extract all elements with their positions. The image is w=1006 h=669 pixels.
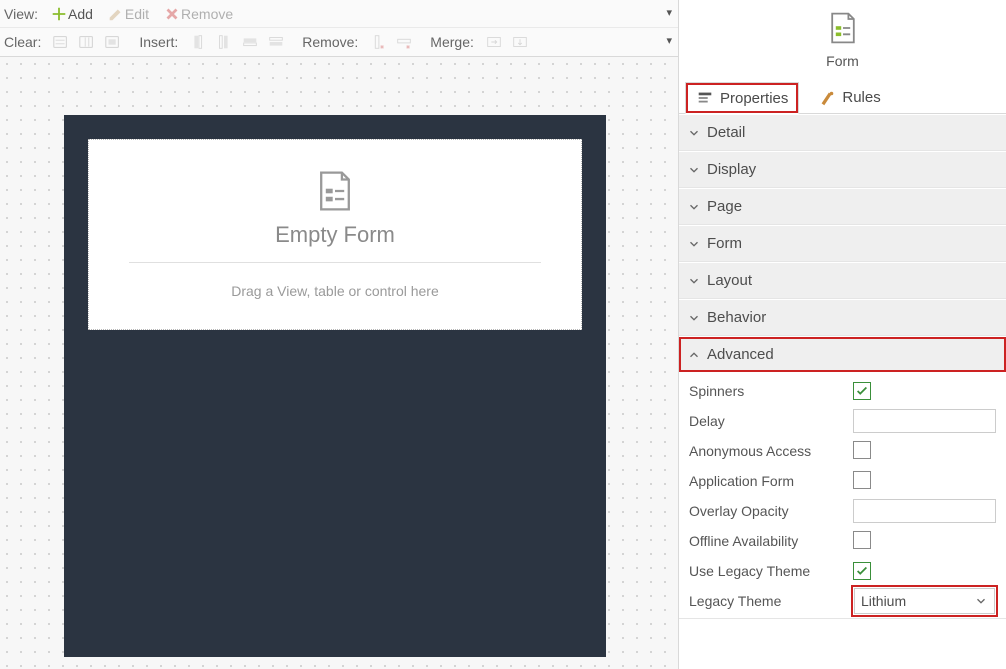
insert-col-right-icon <box>212 31 236 53</box>
remove-button: Remove <box>159 3 237 25</box>
checkbox-offline-availability[interactable] <box>853 531 871 549</box>
row-offline-availability: Offline Availability <box>679 526 1006 556</box>
chevron-down-icon <box>687 274 701 288</box>
form-icon <box>825 10 861 46</box>
checkbox-application-form[interactable] <box>853 471 871 489</box>
form-preview: Empty Form Drag a View, table or control… <box>64 115 606 657</box>
row-spinners: Spinners <box>679 376 1006 406</box>
section-detail[interactable]: Detail <box>679 114 1006 150</box>
chevron-down-icon <box>687 311 701 325</box>
checkbox-use-legacy-theme[interactable] <box>853 562 871 580</box>
tab-properties[interactable]: Properties <box>685 82 799 114</box>
panel-header: Form <box>679 0 1006 81</box>
x-icon <box>163 5 181 23</box>
view-overflow-dropdown[interactable]: ▾ <box>666 6 672 19</box>
properties-panel: Form Properties Rules Detail Display Pag… <box>679 0 1006 669</box>
advanced-body: Spinners Delay Anonymous Access Applicat… <box>679 372 1006 618</box>
clear-label: Clear: <box>4 34 41 50</box>
drop-hint: Drag a View, table or control here <box>107 283 563 299</box>
add-button[interactable]: Add <box>46 3 97 25</box>
clear-row-icon <box>49 31 73 53</box>
toolbar-edit: Clear: Insert: Remove: Merge: ▾ <box>0 28 678 56</box>
merge-down-icon <box>508 31 532 53</box>
insert-row-below-icon <box>264 31 288 53</box>
input-overlay-opacity[interactable] <box>853 499 996 523</box>
form-icon <box>312 168 358 214</box>
empty-form-title: Empty Form <box>107 222 563 248</box>
separator <box>129 262 541 263</box>
properties-icon <box>696 89 714 107</box>
section-layout[interactable]: Layout <box>679 262 1006 298</box>
clear-cell-icon <box>101 31 125 53</box>
section-form[interactable]: Form <box>679 225 1006 261</box>
merge-label: Merge: <box>430 34 474 50</box>
design-canvas[interactable]: Empty Form Drag a View, table or control… <box>0 57 678 669</box>
plus-icon <box>50 5 68 23</box>
row-anonymous-access: Anonymous Access <box>679 436 1006 466</box>
empty-form-placeholder[interactable]: Empty Form Drag a View, table or control… <box>88 139 582 330</box>
panel-title: Form <box>679 53 1006 69</box>
chevron-down-icon <box>687 163 701 177</box>
insert-label: Insert: <box>139 34 178 50</box>
row-overlay-opacity: Overlay Opacity <box>679 496 1006 526</box>
edit-overflow-dropdown[interactable]: ▾ <box>666 34 672 47</box>
section-advanced[interactable]: Advanced <box>679 336 1006 372</box>
remove-row-icon <box>392 31 416 53</box>
edit-button: Edit <box>103 3 153 25</box>
view-label: View: <box>4 6 38 22</box>
row-delay: Delay <box>679 406 1006 436</box>
rules-icon <box>818 89 836 107</box>
remove-col-icon <box>366 31 390 53</box>
chevron-down-icon <box>687 126 701 140</box>
toolbar-view: View: Add Edit Remove ▾ <box>0 0 678 28</box>
section-page[interactable]: Page <box>679 188 1006 224</box>
pencil-icon <box>107 5 125 23</box>
chevron-up-icon <box>687 348 701 362</box>
insert-row-above-icon <box>238 31 262 53</box>
select-legacy-theme[interactable]: Lithium <box>853 587 996 615</box>
section-display[interactable]: Display <box>679 151 1006 187</box>
clear-col-icon <box>75 31 99 53</box>
chevron-down-icon <box>687 237 701 251</box>
remove-label: Remove: <box>302 34 358 50</box>
section-behavior[interactable]: Behavior <box>679 299 1006 335</box>
panel-tabs: Properties Rules <box>679 81 1006 114</box>
property-sections: Detail Display Page Form Layout Behavior… <box>679 114 1006 669</box>
input-delay[interactable] <box>853 409 996 433</box>
chevron-down-icon <box>687 200 701 214</box>
tab-rules[interactable]: Rules <box>807 81 891 113</box>
insert-col-left-icon <box>186 31 210 53</box>
merge-right-icon <box>482 31 506 53</box>
row-application-form: Application Form <box>679 466 1006 496</box>
checkbox-anonymous-access[interactable] <box>853 441 871 459</box>
toolbars: View: Add Edit Remove ▾ Clear: <box>0 0 678 57</box>
checkbox-spinners[interactable] <box>853 382 871 400</box>
row-legacy-theme: Legacy Theme Lithium <box>679 586 1006 616</box>
chevron-down-icon <box>974 594 988 608</box>
row-use-legacy-theme: Use Legacy Theme <box>679 556 1006 586</box>
